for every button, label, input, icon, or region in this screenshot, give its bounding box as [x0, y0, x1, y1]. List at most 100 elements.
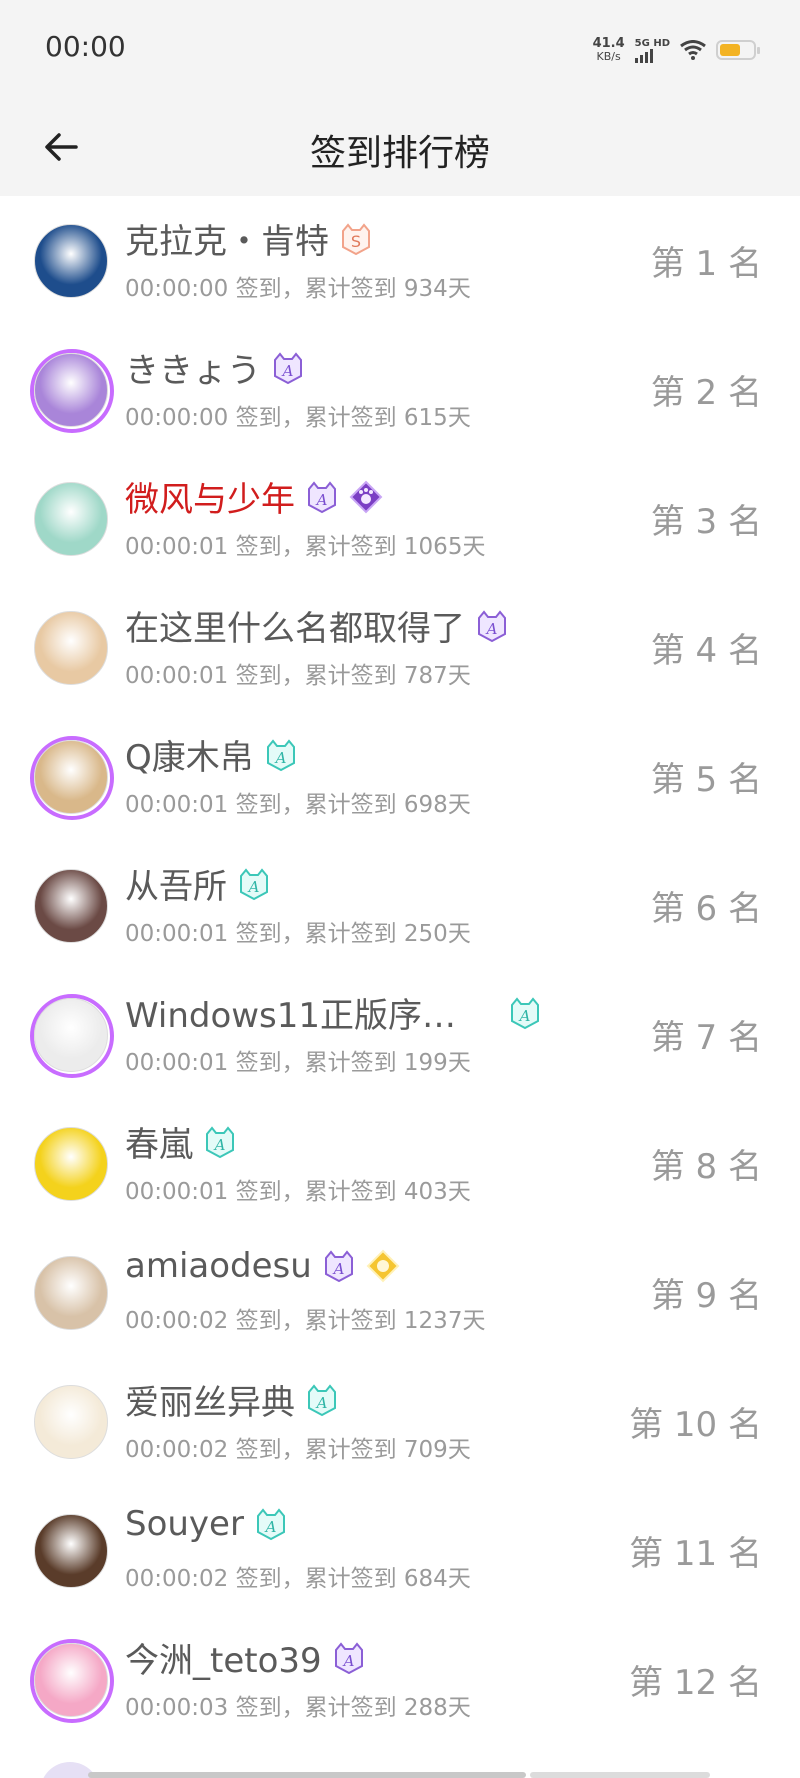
app-header: 签到排行榜	[0, 98, 800, 196]
checkin-info: 00:00:02 签到，累计签到 709天	[125, 1437, 471, 1463]
partial-list-item	[0, 1744, 800, 1778]
signal-label: 5G HD	[634, 37, 670, 49]
svg-text:A: A	[281, 362, 294, 380]
teal-level-badge-icon: A	[203, 1125, 237, 1159]
status-time: 00:00	[45, 30, 126, 63]
purple-level-badge-icon: A	[475, 609, 509, 643]
svg-text:A: A	[331, 1260, 344, 1278]
network-speed-unit: KB/s	[596, 50, 621, 63]
checkin-info: 00:00:01 签到，累计签到 199天	[125, 1050, 471, 1076]
avatar[interactable]	[34, 353, 108, 427]
rank-label: 第 2 名	[650, 373, 762, 413]
checkin-info: 00:00:01 签到，累计签到 1065天	[125, 534, 486, 560]
svg-text:A: A	[315, 1394, 328, 1412]
user-name-line: Q康木帛 A	[125, 730, 298, 779]
user-name[interactable]: Souyer	[125, 1504, 244, 1544]
purple-level-badge-icon: A	[332, 1641, 366, 1675]
avatar[interactable]	[34, 740, 108, 814]
user-name[interactable]: 今洲_teto39	[125, 1633, 322, 1682]
rank-label: 第 1 名	[650, 244, 762, 284]
avatar[interactable]	[34, 1643, 108, 1717]
svg-text:S: S	[351, 232, 361, 251]
gold-diamond-badge-icon	[366, 1249, 400, 1283]
user-name[interactable]: 爱丽丝异典	[125, 1375, 295, 1424]
svg-text:A: A	[518, 1007, 531, 1025]
svg-text:A: A	[485, 620, 498, 638]
teal-level-badge-icon: A	[237, 867, 271, 901]
checkin-info: 00:00:01 签到，累计签到 787天	[125, 663, 471, 689]
user-name-line: Windows11正版序… A	[125, 988, 542, 1037]
avatar[interactable]	[34, 1514, 108, 1588]
checkin-info: 00:00:01 签到，累计签到 403天	[125, 1179, 471, 1205]
rank-label: 第 4 名	[650, 631, 762, 671]
avatar[interactable]	[34, 869, 108, 943]
user-name-line: 今洲_teto39 A	[125, 1633, 366, 1682]
avatar[interactable]	[34, 1385, 108, 1459]
checkin-info: 00:00:03 签到，累计签到 288天	[125, 1695, 471, 1721]
rank-label: 第 8 名	[650, 1147, 762, 1187]
list-item[interactable]: 克拉克・肯特 S 00:00:00 签到，累计签到 934天 第 1 名	[0, 196, 800, 325]
svg-text:A: A	[213, 1136, 226, 1154]
checkin-info: 00:00:01 签到，累计签到 250天	[125, 921, 471, 947]
svg-text:A: A	[341, 1652, 354, 1670]
cellular-signal-icon: 5G HD	[634, 37, 670, 63]
list-item[interactable]: 爱丽丝异典 A 00:00:02 签到，累计签到 709天 第 10 名	[0, 1357, 800, 1486]
user-name-line: Souyer A	[125, 1504, 288, 1544]
rank-label: 第 7 名	[650, 1018, 762, 1058]
checkin-info: 00:00:00 签到，累计签到 615天	[125, 405, 471, 431]
list-item[interactable]: 春嵐 A 00:00:01 签到，累计签到 403天 第 8 名	[0, 1099, 800, 1228]
list-item[interactable]: Q康木帛 A 00:00:01 签到，累计签到 698天 第 5 名	[0, 712, 800, 841]
user-name[interactable]: amiaodesu	[125, 1246, 312, 1286]
list-item[interactable]: 微风与少年 A 00:00:01 签到，累计签到 1065天 第 3 名	[0, 454, 800, 583]
teal-level-badge-icon: A	[305, 1383, 339, 1417]
partial-name-fragment	[88, 1772, 526, 1778]
user-name[interactable]: 微风与少年	[125, 472, 295, 521]
user-name-line: 克拉克・肯特 S	[125, 214, 373, 263]
user-name-line: 爱丽丝异典 A	[125, 1375, 339, 1424]
user-name-line: 微风与少年 A	[125, 472, 383, 521]
avatar[interactable]	[34, 1127, 108, 1201]
list-item[interactable]: amiaodesu A 00:00:02 签到，累计签到 1237天 第 9 名	[0, 1228, 800, 1357]
user-name[interactable]: 从吾所	[125, 859, 227, 908]
avatar[interactable]	[34, 224, 108, 298]
network-speed: 41.4 KB/s	[593, 37, 625, 63]
teal-level-badge-icon: A	[254, 1507, 288, 1541]
user-name[interactable]: 春嵐	[125, 1117, 193, 1166]
avatar[interactable]	[34, 1256, 108, 1330]
rank-label: 第 10 名	[629, 1405, 762, 1445]
network-speed-value: 41.4	[592, 36, 625, 51]
avatar[interactable]	[34, 611, 108, 685]
page-title: 签到排行榜	[309, 133, 490, 174]
avatar[interactable]	[34, 482, 108, 556]
checkin-ranking-list: 克拉克・肯特 S 00:00:00 签到，累计签到 934天 第 1 名ききょう A 00…	[0, 196, 800, 1744]
user-name[interactable]: 克拉克・肯特	[125, 214, 329, 263]
avatar[interactable]	[34, 998, 108, 1072]
svg-text:A: A	[247, 878, 260, 896]
partial-meta-fragment	[530, 1772, 710, 1778]
status-icons: 41.4 KB/s 5G HD	[593, 34, 760, 66]
user-name-line: 春嵐 A	[125, 1117, 237, 1166]
rank-label: 第 6 名	[650, 889, 762, 929]
user-name[interactable]: ききょう	[125, 343, 261, 392]
user-name[interactable]: Windows11正版序…	[125, 988, 456, 1037]
teal-level-badge-icon: A	[508, 996, 542, 1030]
checkin-info: 00:00:01 签到，累计签到 698天	[125, 792, 471, 818]
list-item[interactable]: Windows11正版序… A 00:00:01 签到，累计签到 199天 第 7 名	[0, 970, 800, 1099]
checkin-info: 00:00:00 签到，累计签到 934天	[125, 276, 471, 302]
list-item[interactable]: Souyer A 00:00:02 签到，累计签到 684天 第 11 名	[0, 1486, 800, 1615]
user-name-line: 从吾所 A	[125, 859, 271, 908]
purple-level-badge-icon: A	[322, 1249, 356, 1283]
checkin-info: 00:00:02 签到，累计签到 1237天	[125, 1308, 486, 1334]
s-badge-icon: S	[339, 222, 373, 256]
list-item[interactable]: ききょう A 00:00:00 签到，累计签到 615天 第 2 名	[0, 325, 800, 454]
svg-text:A: A	[264, 1518, 277, 1536]
user-name[interactable]: 在这里什么名都取得了	[125, 601, 465, 650]
purple-level-badge-icon: A	[271, 351, 305, 385]
status-bar: 00:00 41.4 KB/s 5G HD	[0, 0, 800, 98]
teal-level-badge-icon: A	[264, 738, 298, 772]
list-item[interactable]: 今洲_teto39 A 00:00:03 签到，累计签到 288天 第 12 名	[0, 1615, 800, 1744]
checkin-info: 00:00:02 签到，累计签到 684天	[125, 1566, 471, 1592]
user-name[interactable]: Q康木帛	[125, 730, 254, 779]
list-item[interactable]: 从吾所 A 00:00:01 签到，累计签到 250天 第 6 名	[0, 841, 800, 970]
list-item[interactable]: 在这里什么名都取得了 A 00:00:01 签到，累计签到 787天 第 4 名	[0, 583, 800, 712]
